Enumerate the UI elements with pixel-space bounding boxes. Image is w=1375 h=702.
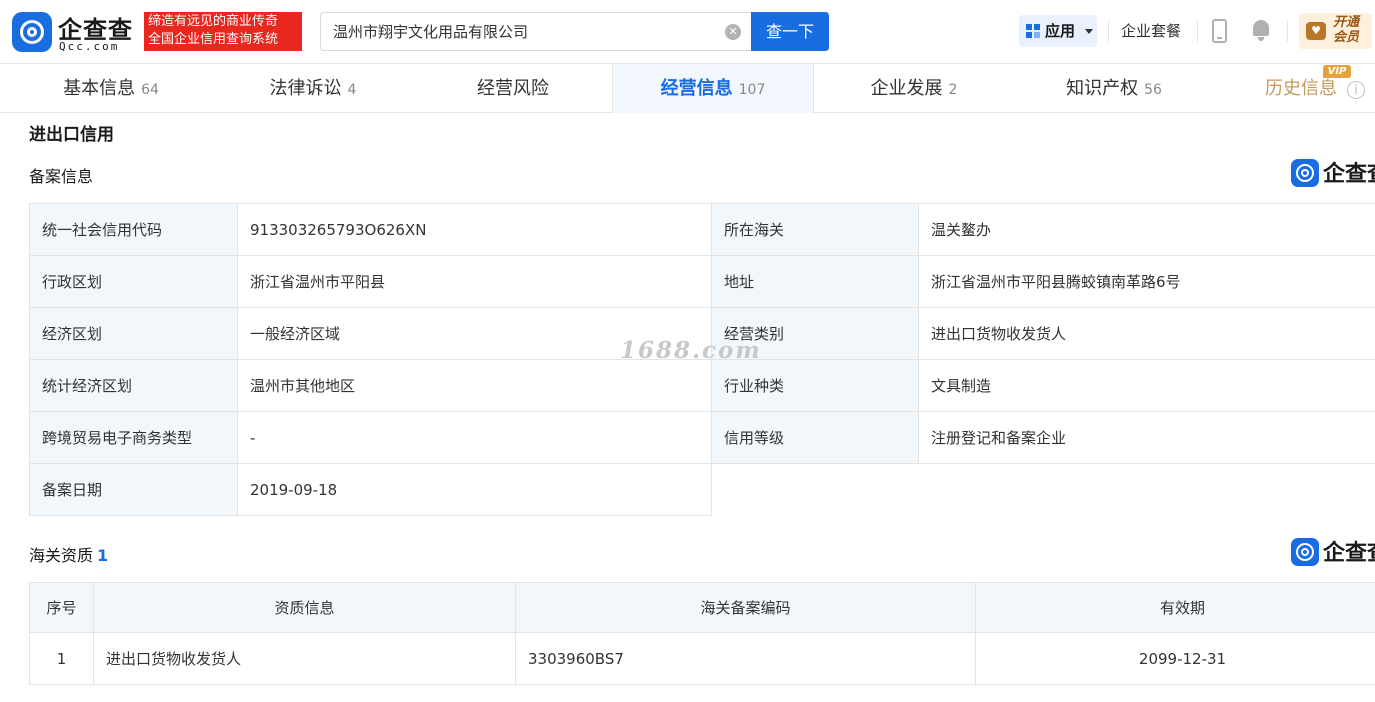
cell-code[interactable]: 3303960BS7	[515, 632, 976, 685]
info-icon[interactable]: i	[1347, 81, 1365, 99]
clear-icon[interactable]: ✕	[725, 24, 741, 40]
tab-label: 基本信息	[63, 78, 136, 99]
table-row: 跨境贸易电子商务类型 - 信用等级 注册登记和备案企业	[29, 411, 1375, 464]
top-header: 企查查 Qcc.com 缔造有远见的商业传奇 全国企业信用查询系统 ✕ 查一下 …	[0, 0, 1375, 64]
column-header-code: 海关备案编码	[515, 582, 976, 633]
field-value[interactable]: 进出口货物收发货人	[918, 307, 1375, 360]
slogan-line-2: 全国企业信用查询系统	[148, 32, 279, 47]
tab-label: 经营信息	[660, 78, 733, 99]
column-header-info: 资质信息	[93, 582, 516, 633]
tab-count: 56	[1144, 82, 1162, 98]
search-button[interactable]: 查一下	[751, 12, 829, 51]
open-membership-button[interactable]: ♥ 开通 会员	[1299, 13, 1372, 49]
grid-icon	[1026, 24, 1040, 38]
field-value[interactable]: 注册登记和备案企业	[918, 411, 1375, 464]
tab-count: 64	[141, 82, 159, 98]
table-row: 备案日期 2019-09-18	[29, 463, 1375, 516]
filing-info-title: 备案信息	[29, 167, 94, 186]
tab-count: 4	[347, 82, 357, 98]
vip-badge: VIP	[1323, 65, 1351, 78]
table-header-row: 序号 资质信息 海关备案编码 有效期	[29, 582, 1375, 633]
logo-domain: Qcc.com	[59, 40, 120, 53]
tab-business-info[interactable]: 经营信息 107	[612, 64, 814, 113]
column-header-no: 序号	[29, 582, 94, 633]
membership-label: 开通 会员	[1333, 15, 1359, 45]
field-label: 统一社会信用代码	[29, 203, 238, 256]
field-label: 经济区划	[29, 307, 238, 360]
qcc-logo-icon	[1291, 538, 1319, 566]
divider	[1197, 20, 1198, 42]
tab-basic-info[interactable]: 基本信息 64	[10, 64, 212, 113]
chevron-down-icon	[1085, 29, 1093, 34]
table-row: 1 进出口货物收发货人 3303960BS7 2099-12-31	[29, 632, 1375, 685]
qcc-logo-icon	[1291, 159, 1319, 187]
field-label: 备案日期	[29, 463, 238, 516]
tab-ip[interactable]: 知识产权 56	[1013, 64, 1215, 113]
membership-line-1: 开通	[1333, 15, 1360, 30]
tab-label: 企业发展	[870, 78, 943, 99]
divider	[1287, 20, 1288, 42]
customs-qualification-table: 序号 资质信息 海关备案编码 有效期 1 进出口货物收发货人 3303960BS…	[29, 582, 1375, 685]
cell-info[interactable]: 进出口货物收发货人	[93, 632, 516, 685]
field-value[interactable]: 浙江省温州市平阳县	[237, 255, 712, 308]
apps-label: 应用	[1045, 22, 1076, 40]
tab-label: 法律诉讼	[269, 78, 342, 99]
watermark-text: 1688.com	[620, 337, 762, 364]
enterprise-package-link[interactable]: 企业套餐	[1121, 20, 1181, 41]
mobile-icon[interactable]	[1212, 19, 1227, 43]
customs-qualification-label: 海关资质	[29, 546, 94, 565]
tab-legal[interactable]: 法律诉讼 4	[212, 64, 414, 113]
field-value[interactable]: -	[237, 411, 712, 464]
qcc-logo-icon	[12, 12, 52, 52]
table-row: 统一社会信用代码 913303265793O626XN 所在海关 温关鳌办	[29, 203, 1375, 256]
qualification-count: 1	[97, 546, 109, 565]
field-label: 跨境贸易电子商务类型	[29, 411, 238, 464]
vip-heart-icon: ♥	[1306, 22, 1326, 40]
customs-qualification-title: 海关资质 1	[29, 542, 108, 566]
tab-label: 经营风险	[477, 78, 549, 99]
apps-dropdown[interactable]: 应用	[1019, 15, 1097, 47]
slogan-line-1: 缔造有远见的商业传奇	[148, 14, 279, 29]
qcc-logo[interactable]: 企查查 Qcc.com	[12, 12, 140, 53]
tab-label: 知识产权	[1066, 78, 1139, 99]
field-label: 信用等级	[711, 411, 919, 464]
field-value[interactable]: 文具制造	[918, 359, 1375, 412]
field-value[interactable]: 2019-09-18	[237, 463, 712, 516]
tab-count: 2	[948, 82, 958, 98]
bell-icon[interactable]	[1251, 18, 1271, 42]
table-row: 行政区划 浙江省温州市平阳县 地址 浙江省温州市平阳县腾蛟镇南革路6号	[29, 255, 1375, 308]
qcc-watermark-logo: 企查查	[1291, 159, 1375, 187]
watermark-logo-text: 企查查	[1323, 162, 1375, 187]
field-label: 统计经济区划	[29, 359, 238, 412]
field-value[interactable]: 温关鳌办	[918, 203, 1375, 256]
tab-development[interactable]: 企业发展 2	[813, 64, 1015, 113]
field-label: 地址	[711, 255, 919, 308]
cell-validity[interactable]: 2099-12-31	[975, 632, 1375, 685]
tab-business-risk[interactable]: 经营风险	[412, 64, 614, 113]
field-label: 行政区划	[29, 255, 238, 308]
column-header-validity: 有效期	[975, 582, 1375, 633]
field-label: 所在海关	[711, 203, 919, 256]
divider	[1108, 20, 1109, 42]
field-label: 行业种类	[711, 359, 919, 412]
tab-label: 历史信息	[1265, 78, 1337, 99]
field-value[interactable]: 913303265793O626XN	[237, 203, 712, 256]
table-row: 统计经济区划 温州市其他地区 行业种类 文具制造	[29, 359, 1375, 412]
cell-no: 1	[29, 632, 94, 685]
qcc-watermark-logo: 企查查	[1291, 538, 1375, 566]
category-tabs: 基本信息 64 法律诉讼 4 经营风险 经营信息 107 企业发展 2 知识产权 56 历…	[0, 64, 1375, 113]
field-value[interactable]: 浙江省温州市平阳县腾蛟镇南革路6号	[918, 255, 1375, 308]
membership-line-2: 会员	[1333, 30, 1360, 45]
section-title: 进出口信用	[29, 125, 114, 145]
field-value[interactable]: 温州市其他地区	[237, 359, 712, 412]
slogan-banner: 缔造有远见的商业传奇 全国企业信用查询系统	[144, 12, 302, 51]
tab-count: 107	[738, 82, 766, 98]
watermark-logo-text: 企查查	[1323, 541, 1375, 566]
empty-cell	[711, 463, 1375, 516]
search-input[interactable]	[333, 13, 713, 50]
